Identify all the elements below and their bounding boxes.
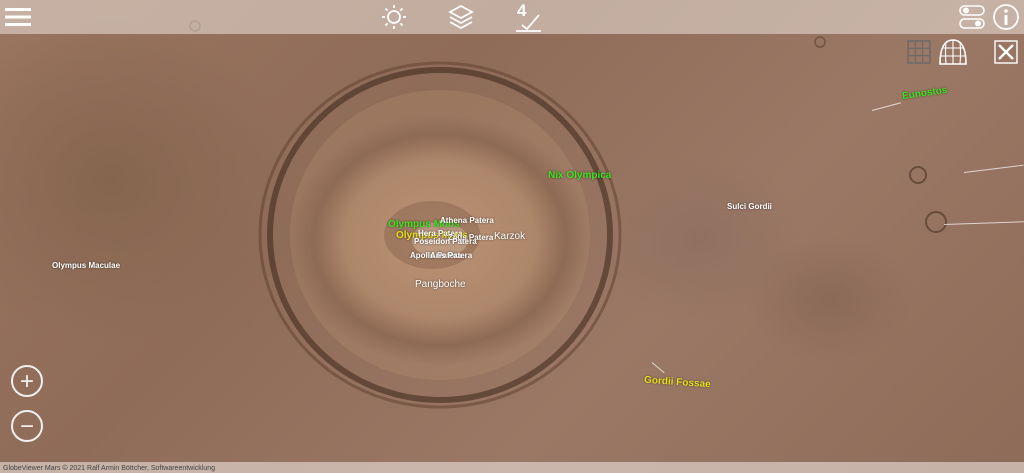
label-nix-olympica[interactable]: Nix Olympica xyxy=(548,170,611,181)
label-sulci-gordii[interactable]: Sulci Gordii xyxy=(727,202,772,211)
top-toolbar xyxy=(0,0,1024,34)
label-aris-patera[interactable]: Aris Patera xyxy=(430,251,472,260)
toggle-settings-icon[interactable] xyxy=(958,3,986,31)
menu-icon[interactable] xyxy=(5,7,31,27)
label-athena-patera[interactable]: Athena Patera xyxy=(440,216,494,225)
footer-bar: GlobeViewer Mars © 2021 Ralf Armin Böttc… xyxy=(0,462,1024,473)
globe-grid-icon[interactable] xyxy=(938,38,968,66)
checkmark-icon xyxy=(516,14,541,32)
info-icon[interactable] xyxy=(992,3,1020,31)
label-poseidon-patera[interactable]: Poseidon Patera xyxy=(414,237,477,246)
copyright-text: GlobeViewer Mars © 2021 Ralf Armin Böttc… xyxy=(3,465,216,472)
close-x-icon[interactable] xyxy=(994,40,1018,64)
zoom-out-button[interactable]: − xyxy=(11,410,43,442)
label-karzok[interactable]: Karzok xyxy=(494,231,525,242)
layers-icon[interactable] xyxy=(448,4,474,30)
label-olympus-maculae[interactable]: Olympus Maculae xyxy=(52,261,120,270)
label-pangboche[interactable]: Pangboche xyxy=(415,279,466,290)
grid-icon[interactable] xyxy=(907,40,931,64)
zoom-in-button[interactable]: + xyxy=(11,365,43,397)
sun-icon[interactable] xyxy=(381,4,407,30)
level-indicator[interactable]: 4 xyxy=(514,1,544,33)
